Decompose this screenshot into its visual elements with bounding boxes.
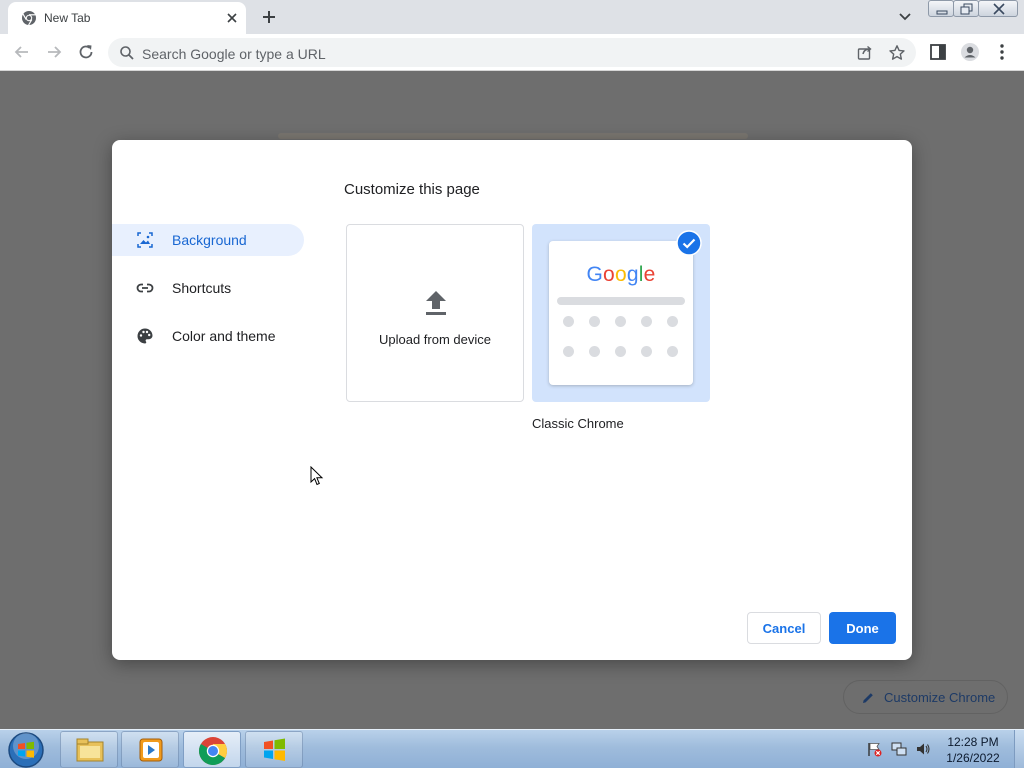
preview-search-bar <box>557 297 685 305</box>
customize-chrome-button[interactable]: Customize Chrome <box>843 680 1008 714</box>
new-tab-plus-icon[interactable] <box>258 6 280 28</box>
selected-checkmark-icon <box>676 230 702 256</box>
chrome-favicon-icon <box>22 11 36 26</box>
customize-chrome-label: Customize Chrome <box>884 690 996 705</box>
media-player-icon <box>139 738 163 762</box>
profile-avatar-icon[interactable] <box>960 42 980 62</box>
windows-flag-icon <box>264 738 285 761</box>
side-panel-icon[interactable] <box>928 42 948 62</box>
upload-label: Upload from device <box>379 332 491 347</box>
google-logo-letter: g <box>626 263 639 286</box>
clock-date: 1/26/2022 <box>946 751 1000 765</box>
search-icon <box>120 46 134 60</box>
preview-shortcut-dot <box>589 316 600 327</box>
google-logo-letter: o <box>614 263 627 286</box>
dialog-title: Customize this page <box>344 181 480 198</box>
reload-icon[interactable] <box>76 42 96 62</box>
minimize-icon <box>936 10 948 15</box>
background-overlay-strip <box>278 133 748 139</box>
bookmark-star-icon[interactable] <box>888 44 906 62</box>
tab-title: New Tab <box>44 11 91 25</box>
upload-from-device-tile[interactable]: Upload from device <box>346 224 524 402</box>
image-icon <box>137 232 153 248</box>
action-center-flag-icon[interactable] <box>866 741 882 757</box>
volume-icon[interactable] <box>915 741 931 757</box>
done-button[interactable]: Done <box>829 612 896 644</box>
windows-taskbar: 12:28 PM 1/26/2022 <box>0 729 1024 768</box>
mouse-pointer-icon <box>310 466 324 486</box>
menu-item-color-and-theme[interactable]: Color and theme <box>112 320 304 352</box>
taskbar-file-explorer[interactable] <box>60 731 118 768</box>
tab-search-chevron-icon[interactable] <box>895 8 915 26</box>
close-window-button[interactable] <box>978 0 1018 17</box>
share-icon[interactable] <box>856 44 874 62</box>
palette-icon <box>137 328 153 344</box>
more-menu-icon[interactable] <box>992 42 1012 62</box>
network-icon[interactable] <box>891 741 907 757</box>
close-window-icon <box>993 3 1005 15</box>
preview-shortcut-dot <box>667 346 678 357</box>
customize-dialog: Customize this page Background Shortcuts… <box>112 140 912 660</box>
menu-item-label: Shortcuts <box>172 280 232 296</box>
restore-icon <box>960 3 973 15</box>
taskbar-windows-app[interactable] <box>245 731 303 768</box>
clock-time: 12:28 PM <box>947 735 999 749</box>
upload-icon <box>426 291 446 315</box>
taskbar-media-player[interactable] <box>121 731 179 768</box>
preview-shortcut-dot <box>615 346 626 357</box>
browser-toolbar: Search Google or type a URL <box>0 34 1024 71</box>
google-logo-letter: e <box>643 263 656 286</box>
omnibox-placeholder: Search Google or type a URL <box>142 46 326 62</box>
cancel-button[interactable]: Cancel <box>747 612 821 644</box>
preview-shortcut-dot <box>563 316 574 327</box>
pencil-icon <box>863 693 873 703</box>
tab-new-tab[interactable]: New Tab <box>8 2 246 34</box>
taskbar-chrome[interactable] <box>183 731 241 768</box>
menu-item-label: Color and theme <box>172 328 276 344</box>
preview-shortcut-dot <box>667 316 678 327</box>
classic-chrome-tile[interactable]: Google <box>532 224 710 402</box>
restore-window-button[interactable] <box>953 0 979 17</box>
close-tab-icon[interactable] <box>224 10 240 26</box>
omnibox[interactable]: Search Google or type a URL <box>108 38 916 67</box>
windows-start-orb-icon[interactable] <box>5 731 47 768</box>
preview-shortcut-dot <box>615 316 626 327</box>
preview-shortcut-dot <box>641 316 652 327</box>
tab-strip: New Tab <box>0 0 1024 34</box>
preview-shortcut-dot <box>641 346 652 357</box>
classic-chrome-label: Classic Chrome <box>532 416 624 431</box>
forward-arrow-icon[interactable] <box>44 42 64 62</box>
menu-item-label: Background <box>172 232 247 248</box>
google-logo: Google <box>549 263 693 287</box>
file-explorer-icon <box>76 738 104 762</box>
minimize-window-button[interactable] <box>928 0 954 17</box>
menu-item-shortcuts[interactable]: Shortcuts <box>112 272 304 304</box>
menu-item-background[interactable]: Background <box>112 224 304 256</box>
chrome-icon <box>199 737 227 765</box>
preview-shortcut-dot <box>563 346 574 357</box>
classic-chrome-preview: Google <box>549 241 693 385</box>
system-clock[interactable]: 12:28 PM 1/26/2022 <box>938 734 1008 766</box>
google-logo-letter: o <box>603 263 615 286</box>
link-icon <box>136 283 154 293</box>
google-logo-letter: G <box>586 263 604 286</box>
preview-shortcut-dot <box>589 346 600 357</box>
back-arrow-icon[interactable] <box>12 42 32 62</box>
show-desktop-button[interactable] <box>1014 730 1024 768</box>
